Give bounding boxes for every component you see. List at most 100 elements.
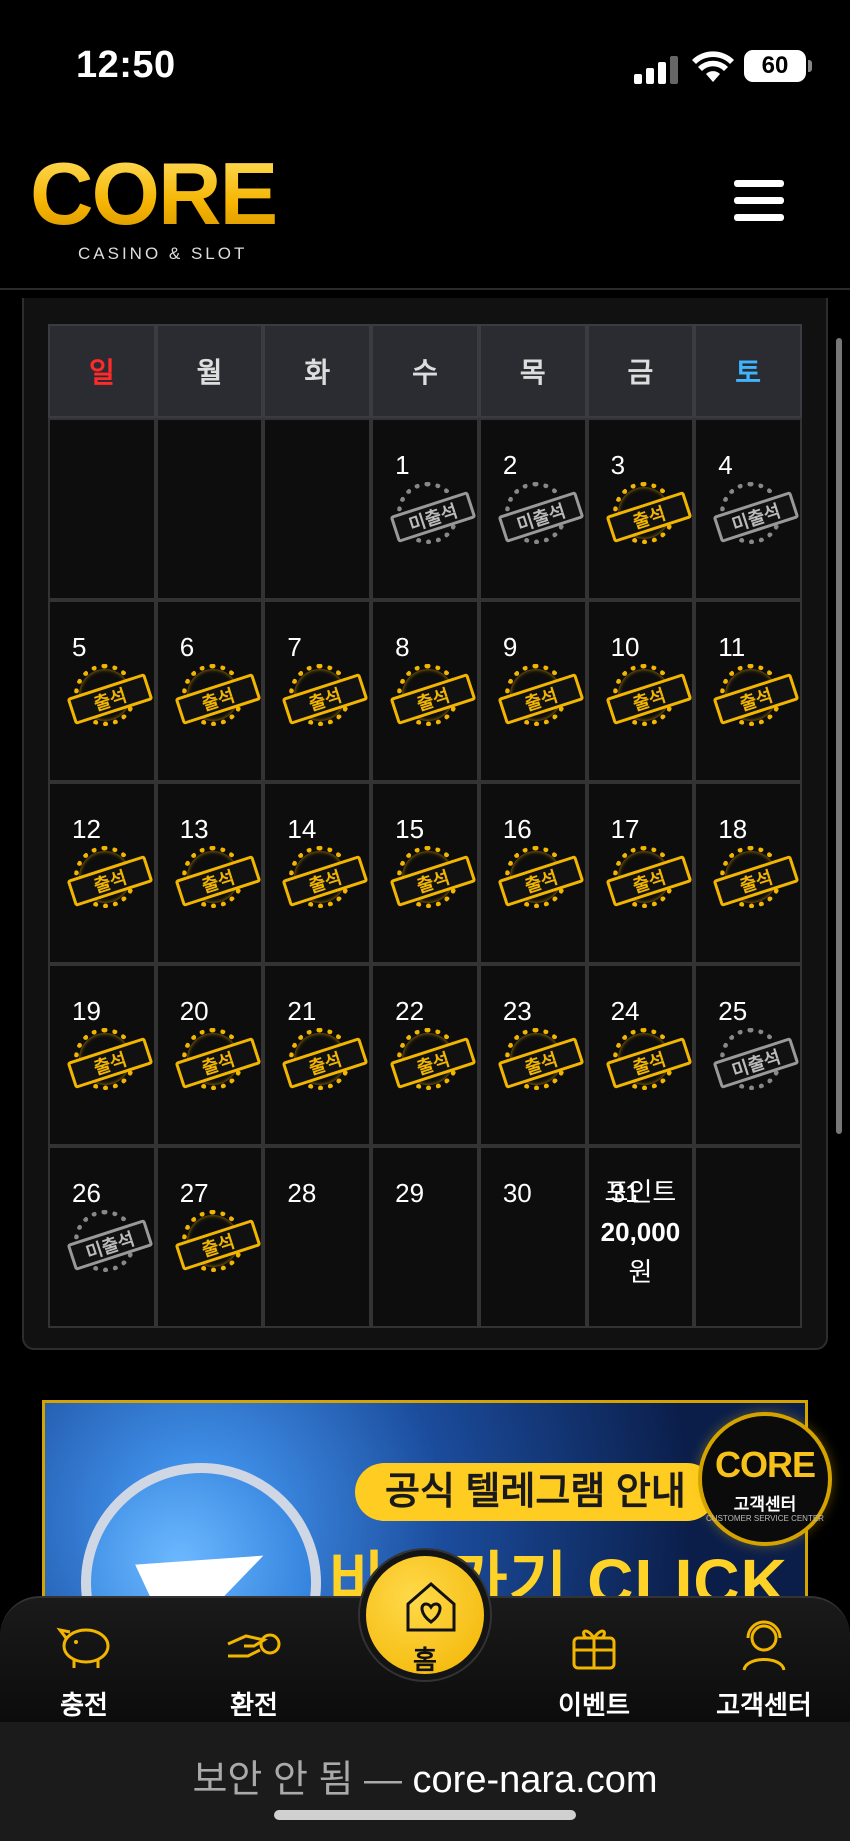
day-number: 1: [395, 450, 410, 480]
calendar-day-cell: 28: [263, 1146, 372, 1328]
day-number: 9: [502, 632, 518, 662]
calendar-day-cell: 2 미출석: [478, 418, 587, 600]
nav-charge[interactable]: 충전: [24, 1616, 144, 1722]
calendar-day-cell: 25 미출석: [694, 964, 802, 1146]
nav-event[interactable]: 이벤트: [534, 1616, 654, 1722]
calendar-day-cell: 16 출석: [478, 782, 587, 964]
attended-stamp-icon: 출석: [605, 664, 692, 726]
site-header: CORE CASINO & SLOT: [0, 130, 850, 290]
piggy-bank-icon: [56, 1627, 110, 1668]
day-number: 5: [72, 632, 87, 662]
attended-stamp-icon: 출석: [497, 846, 585, 908]
core-logo[interactable]: CORE CASINO & SLOT: [30, 144, 310, 264]
calendar-day-cell: 20 출석: [155, 964, 264, 1146]
nav-exchange-label: 환전: [230, 1690, 278, 1720]
stamp-label: 출석: [389, 673, 477, 725]
weekday-thu: 목: [478, 324, 587, 418]
url-text: 보안 안 됨 — core-nara.com: [0, 1748, 850, 1803]
reward-info: 포인트 20,000 원: [589, 1172, 693, 1292]
nav-home-button[interactable]: 홈: [360, 1550, 490, 1680]
attended-stamp-icon: 출석: [282, 1028, 369, 1090]
nav-support[interactable]: 고객센터: [704, 1616, 824, 1722]
calendar-day-cell: [694, 1146, 802, 1328]
day-number: 4: [718, 450, 733, 480]
cs-badge-subtitle: CUSTOMER SERVICE CENTER: [706, 1514, 824, 1523]
hand-coin-icon: [227, 1633, 281, 1658]
calendar-grid: 1 미출석 2 미출석 3 출석 4 미출석 5 출석 6 출석 7 출석 8 출석 9 출석 10 출석 11 출석 12…: [48, 418, 802, 1328]
page-scrollbar[interactable]: [836, 338, 842, 1134]
attended-stamp-icon: 출석: [282, 664, 369, 726]
stamp-label: 출석: [497, 855, 585, 907]
banner-line1: 공식 텔레그램 안내: [355, 1463, 716, 1521]
calendar-day-cell: 포인트 20,000 원 31: [586, 1146, 695, 1328]
stamp-label: 출석: [282, 1037, 369, 1089]
weekday-wed: 수: [371, 324, 479, 418]
day-number: 3: [610, 450, 626, 480]
absent-stamp-icon: 미출석: [497, 482, 585, 544]
attended-stamp-icon: 출석: [497, 664, 585, 726]
day-number: 14: [287, 814, 317, 844]
stamp-label: 출석: [66, 1037, 154, 1089]
reward-line: 20,000: [600, 1217, 681, 1247]
calendar-day-cell: 26 미출석: [48, 1146, 156, 1328]
attended-stamp-icon: 출석: [174, 1210, 262, 1272]
stamp-label: 출석: [605, 1037, 692, 1089]
calendar-day-cell: 6 출석: [155, 600, 264, 782]
day-number: 29: [395, 1178, 425, 1208]
calendar-day-cell: [155, 418, 264, 600]
stamp-label: 출석: [66, 855, 154, 907]
status-bar: 12:50 60: [0, 0, 850, 130]
url-domain: core-nara.com: [412, 1759, 658, 1801]
weekday-fri: 금: [586, 324, 695, 418]
nav-charge-label: 충전: [60, 1690, 108, 1720]
day-number: 30: [502, 1178, 532, 1208]
day-number: 20: [179, 996, 209, 1026]
attended-stamp-icon: 출석: [66, 1028, 154, 1090]
stamp-label: 미출석: [497, 491, 585, 543]
calendar-day-cell: 27 출석: [155, 1146, 264, 1328]
day-number: 19: [72, 996, 101, 1026]
weekday-sat: 토: [694, 324, 802, 418]
day-number: 17: [610, 814, 640, 844]
logo-tagline: CASINO & SLOT: [78, 244, 248, 263]
calendar-day-cell: [48, 418, 156, 600]
day-number: 25: [718, 996, 748, 1026]
attended-stamp-icon: 출석: [605, 846, 692, 908]
cs-badge-brand: CORE: [714, 1444, 816, 1485]
customer-service-badge[interactable]: CORE 고객센터 CUSTOMER SERVICE CENTER: [698, 1412, 832, 1546]
attended-stamp-icon: 출석: [66, 846, 154, 908]
attended-stamp-icon: 출석: [389, 846, 477, 908]
attended-stamp-icon: 출석: [174, 664, 262, 726]
wifi-icon: [692, 51, 734, 82]
calendar-day-cell: 19 출석: [48, 964, 156, 1146]
stamp-label: 출석: [174, 855, 262, 907]
nav-home-label: 홈: [413, 1645, 437, 1675]
attended-stamp-icon: 출석: [66, 664, 154, 726]
attended-stamp-icon: 출석: [174, 1028, 262, 1090]
home-indicator[interactable]: [274, 1810, 576, 1820]
calendar-day-cell: 13 출석: [155, 782, 264, 964]
attended-stamp-icon: 출석: [497, 1028, 585, 1090]
gift-icon: [572, 1629, 616, 1670]
calendar-day-cell: 15 출석: [371, 782, 479, 964]
battery-icon: 60: [744, 50, 812, 82]
hamburger-icon[interactable]: [734, 180, 784, 222]
stamp-label: 출석: [174, 1219, 262, 1271]
attended-stamp-icon: 출석: [389, 1028, 477, 1090]
stamp-label: 출석: [605, 855, 692, 907]
calendar-day-cell: 22 출석: [371, 964, 479, 1146]
day-number: 28: [287, 1178, 317, 1208]
nav-exchange[interactable]: 환전: [194, 1616, 314, 1722]
attended-stamp-icon: 출석: [389, 664, 477, 726]
day-number: 8: [395, 632, 410, 662]
stamp-label: 출석: [174, 673, 262, 725]
stamp-label: 출석: [712, 673, 800, 725]
home-heart-icon: [406, 1582, 456, 1632]
day-number: 27: [179, 1178, 209, 1208]
nav-support-label: 고객센터: [716, 1690, 812, 1720]
calendar-day-cell: 11 출석: [694, 600, 802, 782]
stamp-label: 출석: [605, 491, 692, 543]
absent-stamp-icon: 미출석: [712, 482, 800, 544]
day-number: 18: [718, 814, 748, 844]
browser-url-bar[interactable]: 보안 안 됨 — core-nara.com: [0, 1722, 850, 1841]
